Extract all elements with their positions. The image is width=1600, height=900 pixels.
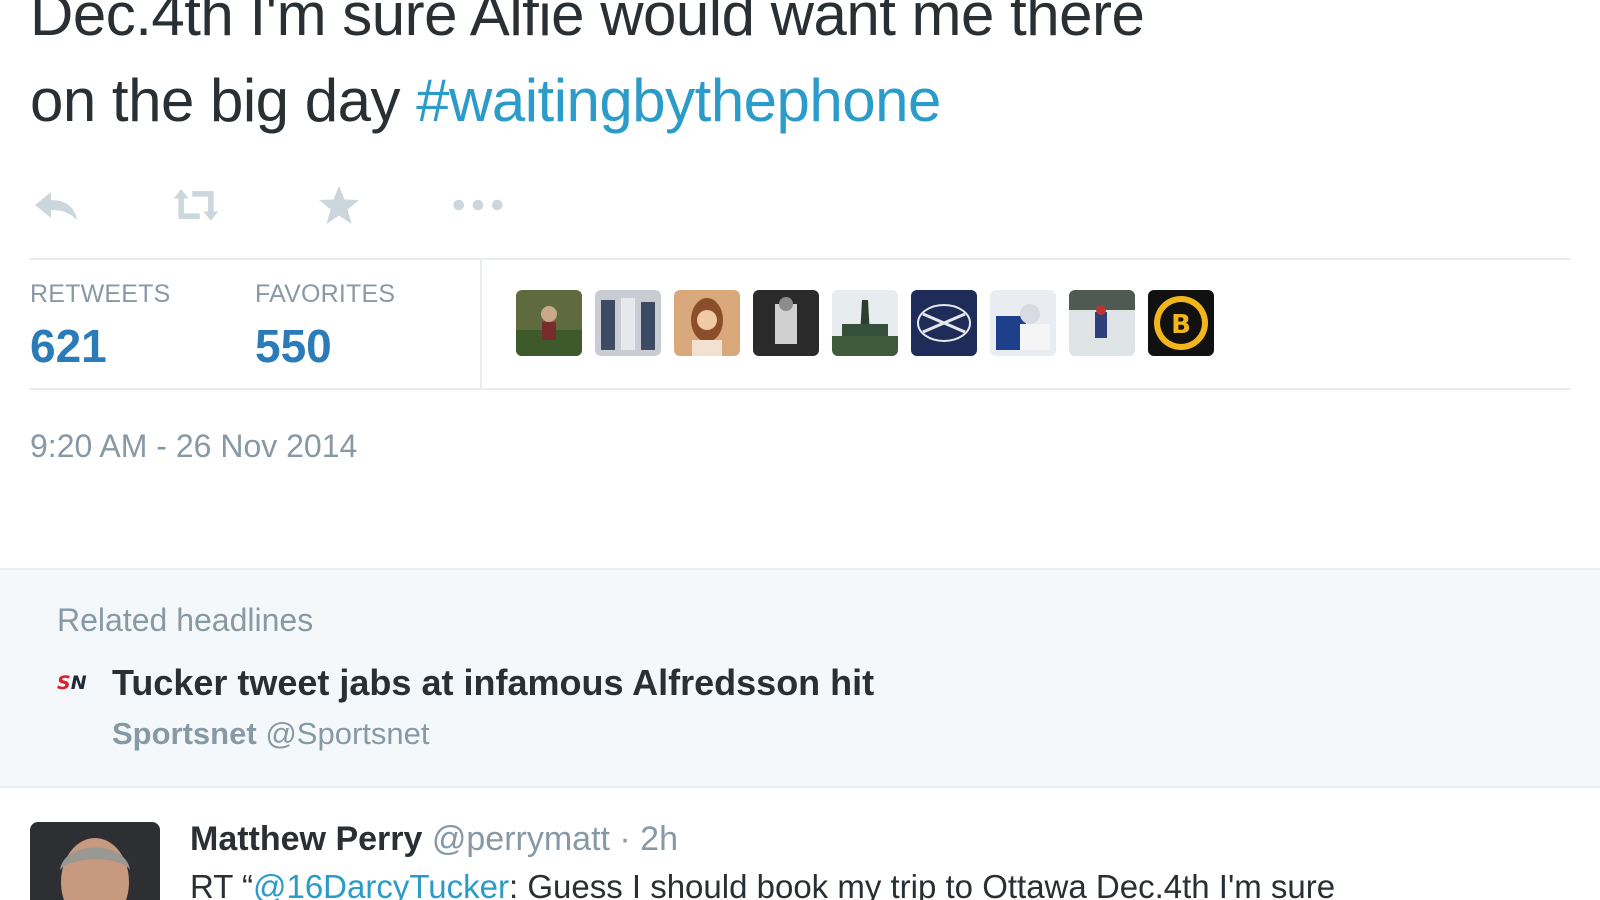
reply-button[interactable] bbox=[30, 180, 82, 230]
hashtag-link[interactable]: #waitingbythephone bbox=[416, 67, 941, 134]
tweet-text-line-2-content: on the big day bbox=[30, 67, 417, 134]
source-handle: @Sportsnet bbox=[265, 716, 430, 751]
favoriter-avatar[interactable] bbox=[1069, 290, 1135, 356]
retweets-stat[interactable]: RETWEETS 621 bbox=[30, 280, 171, 373]
reply-body: RT “@16DarcyTucker: Guess I should book … bbox=[190, 868, 1590, 900]
favoriter-avatar[interactable] bbox=[832, 290, 898, 356]
more-dots-icon bbox=[453, 199, 503, 211]
reply-tweet[interactable]: Matthew Perry @perrymatt · 2h RT “@16Dar… bbox=[0, 790, 1600, 900]
tweet-text: Dec.4th I'm sure Alfie would want me the… bbox=[30, 0, 1570, 144]
tweet-timestamp[interactable]: 9:20 AM - 26 Nov 2014 bbox=[30, 428, 357, 465]
tweet-actions bbox=[30, 180, 630, 230]
tweet-text-line-2: on the big day #waitingbythephone bbox=[30, 58, 1570, 144]
related-headlines-title: Related headlines bbox=[57, 602, 314, 638]
headline-source[interactable]: Sportsnet @Sportsnet bbox=[112, 716, 429, 752]
tweet-stats: RETWEETS 621 FAVORITES 550 B bbox=[30, 258, 1570, 390]
retweets-label: RETWEETS bbox=[30, 280, 171, 308]
favorites-stat[interactable]: FAVORITES 550 bbox=[255, 280, 395, 373]
favoriter-avatar[interactable] bbox=[753, 290, 819, 356]
reply-header: Matthew Perry @perrymatt · 2h bbox=[190, 820, 678, 859]
source-name: Sportsnet bbox=[112, 716, 257, 751]
reply-mention-link[interactable]: @16DarcyTucker bbox=[253, 868, 509, 900]
related-headlines: Related headlines SN Tucker tweet jabs a… bbox=[0, 568, 1600, 788]
reply-author-name[interactable]: Matthew Perry bbox=[190, 820, 422, 858]
favoriter-avatar[interactable] bbox=[990, 290, 1056, 356]
favorites-label: FAVORITES bbox=[255, 280, 396, 308]
retweet-icon bbox=[173, 189, 219, 221]
favoriter-avatar[interactable] bbox=[674, 290, 740, 356]
tweet-text-line-1: Dec.4th I'm sure Alfie would want me the… bbox=[30, 0, 1145, 48]
favoriter-avatar[interactable] bbox=[516, 290, 582, 356]
favorite-star-icon bbox=[319, 186, 359, 224]
favoriter-avatars: B bbox=[516, 290, 1214, 356]
favorite-button[interactable] bbox=[313, 180, 365, 230]
reply-body-prefix: RT “ bbox=[190, 868, 253, 900]
sportsnet-logo-letter-s: S bbox=[57, 672, 71, 694]
more-button[interactable] bbox=[452, 180, 504, 230]
retweet-button[interactable] bbox=[170, 180, 222, 230]
reply-icon bbox=[35, 192, 77, 220]
svg-text:B: B bbox=[1171, 310, 1191, 340]
retweets-count: 621 bbox=[30, 320, 107, 372]
sportsnet-logo-icon: SN bbox=[57, 670, 99, 696]
reply-meta: @perrymatt · 2h bbox=[431, 820, 678, 858]
sportsnet-logo-letter-n: N bbox=[70, 672, 87, 694]
favoriter-avatar[interactable] bbox=[911, 290, 977, 356]
related-headline-link[interactable]: Tucker tweet jabs at infamous Alfredsson… bbox=[112, 662, 874, 704]
avatar[interactable] bbox=[30, 822, 160, 900]
bruins-logo-avatar[interactable]: B bbox=[1148, 290, 1214, 356]
favorites-count: 550 bbox=[255, 320, 332, 372]
reply-body-rest: : Guess I should book my trip to Ottawa … bbox=[508, 868, 1336, 900]
stats-divider bbox=[480, 260, 482, 390]
favoriter-avatar[interactable] bbox=[595, 290, 661, 356]
